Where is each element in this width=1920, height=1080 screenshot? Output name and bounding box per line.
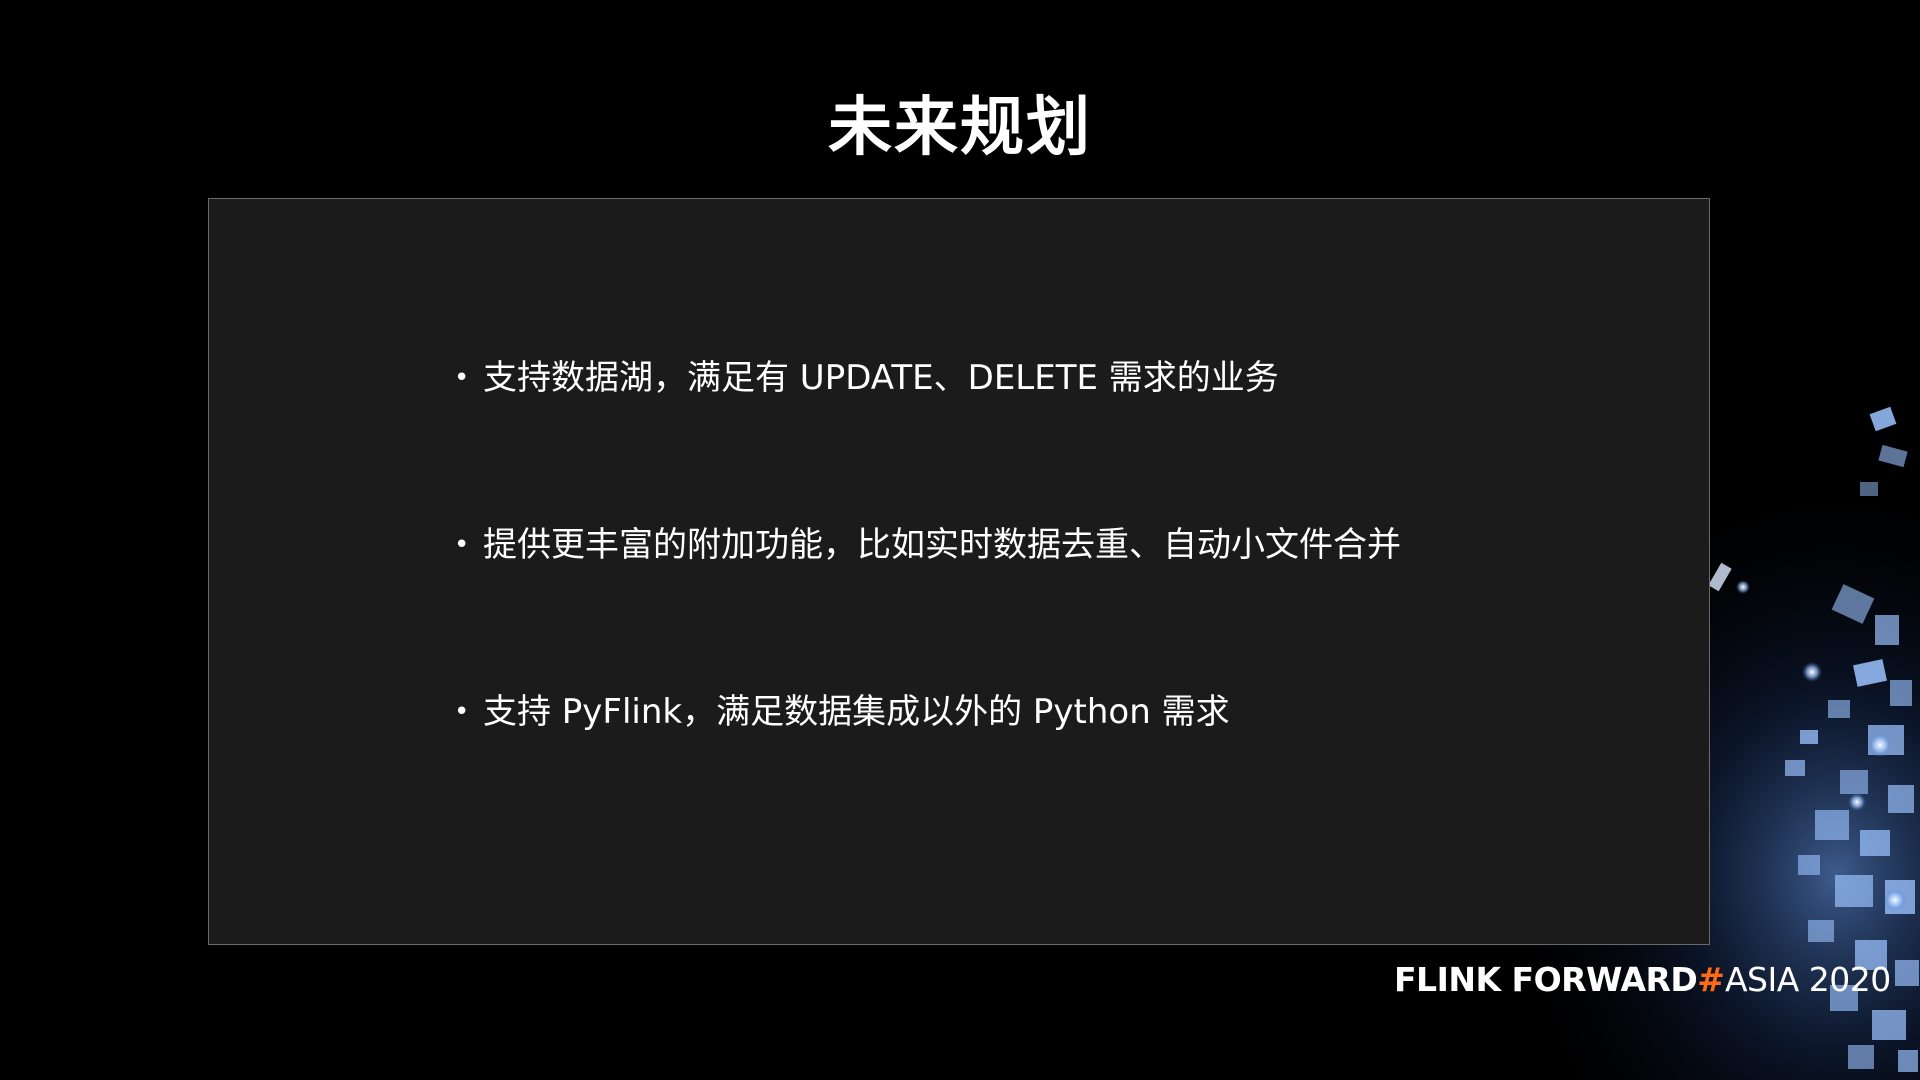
- bullet-item: 提供更丰富的附加功能，比如实时数据去重、自动小文件合并: [454, 521, 1401, 569]
- bullet-list: 支持数据湖，满足有 UPDATE、DELETE 需求的业务 提供更丰富的附加功能…: [454, 354, 1401, 855]
- logo-text-asia-2020: ASIA 2020: [1724, 960, 1891, 999]
- logo-hash-mark: #: [1697, 960, 1725, 999]
- flink-forward-logo: FLINK FORWARD#ASIA 2020: [1394, 958, 1891, 1002]
- logo-text-flink-forward: FLINK FORWARD: [1394, 960, 1698, 999]
- bullet-item: 支持数据湖，满足有 UPDATE、DELETE 需求的业务: [454, 354, 1401, 402]
- bullet-item: 支持 PyFlink，满足数据集成以外的 Python 需求: [454, 688, 1401, 736]
- content-panel: 支持数据湖，满足有 UPDATE、DELETE 需求的业务 提供更丰富的附加功能…: [208, 198, 1710, 945]
- slide-title: 未来规划: [828, 91, 1092, 165]
